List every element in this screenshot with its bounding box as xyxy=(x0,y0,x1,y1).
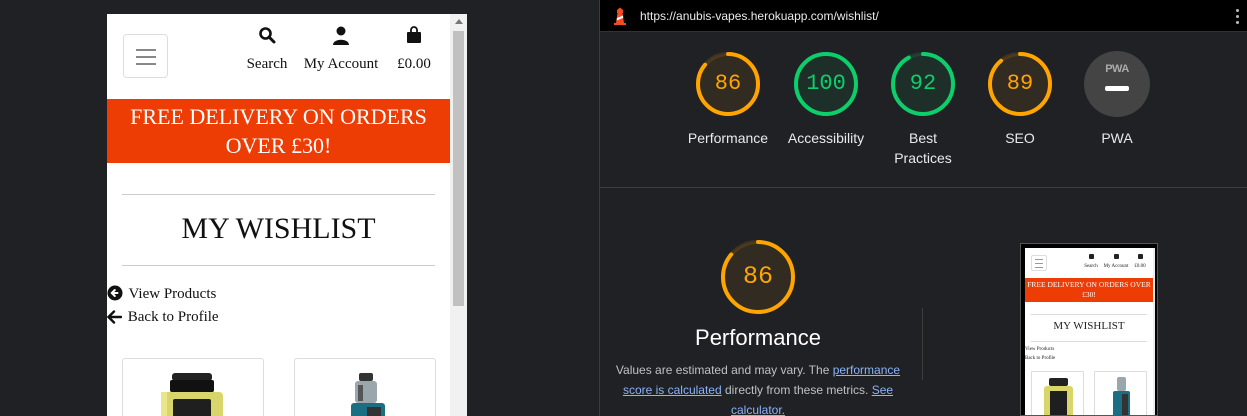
search-icon xyxy=(245,26,289,50)
thumbnail-nav-search-label: Search xyxy=(1084,264,1098,269)
gauge-score: 89 xyxy=(1006,71,1034,96)
thumbnail-nav-account: My Account xyxy=(1101,254,1131,269)
hamburger-icon-bar xyxy=(136,56,156,58)
final-screenshot-thumbnail[interactable]: Search My Account £0.00 FREE DELIVERY ON… xyxy=(1020,243,1158,416)
product-card[interactable] xyxy=(294,358,436,416)
thumbnail-product-image xyxy=(1113,377,1130,415)
thumbnail-nav-bag-label: £0.00 xyxy=(1134,264,1146,269)
thumbnail-back-to-profile-link: Back to Profile xyxy=(1025,356,1056,361)
scrollbar-thumb[interactable] xyxy=(453,31,464,306)
performance-detail-gauge: 86 xyxy=(720,239,796,315)
nav-bag-link[interactable]: £0.00 xyxy=(395,26,433,73)
thumbnail-scrollbar xyxy=(1153,248,1155,415)
mobile-site-preview: Search My Account £0.00 FREE DELIVERY ON… xyxy=(107,14,467,416)
thumbnail-product-card xyxy=(1094,371,1147,415)
thumbnail-product-image xyxy=(1044,378,1073,415)
hamburger-icon-bar xyxy=(136,63,156,65)
score-gauge-ring: 100 xyxy=(793,51,859,117)
pwa-badge-icon: PWA xyxy=(1084,51,1150,117)
thumbnail-nav-search: Search xyxy=(1082,254,1100,269)
description-text: Values are estimated and may vary. The xyxy=(615,363,833,377)
gauge-seo[interactable]: 89 SEO xyxy=(970,51,1070,148)
score-gauge-ring: 86 xyxy=(695,51,761,117)
gauge-accessibility[interactable]: 100 Accessibility xyxy=(776,51,876,148)
thumbnail-page: Search My Account £0.00 FREE DELIVERY ON… xyxy=(1025,248,1155,415)
score-gauge-ring: 92 xyxy=(890,51,956,117)
product-image xyxy=(161,373,223,416)
gauge-label: PWA xyxy=(1101,130,1133,146)
divider xyxy=(1031,341,1147,342)
more-options-icon[interactable] xyxy=(1236,9,1240,25)
menu-toggle-button[interactable] xyxy=(123,34,168,78)
gauge-score: 86 xyxy=(714,71,742,96)
performance-detail-title: Performance xyxy=(695,325,821,350)
thumbnail-promo-banner: FREE DELIVERY ON ORDERS OVER £30! xyxy=(1025,278,1153,302)
view-products-label: View Products xyxy=(128,286,217,302)
gauge-performance[interactable]: 86 Performance xyxy=(678,51,778,148)
arrow-circle-left-icon xyxy=(107,285,123,301)
product-card[interactable] xyxy=(122,358,264,416)
performance-description: Values are estimated and may vary. The p… xyxy=(610,360,906,416)
divider xyxy=(122,194,435,195)
nav-bag-total: £0.00 xyxy=(397,56,431,72)
pwa-dash-icon xyxy=(1105,86,1129,91)
score-gauge-ring: 89 xyxy=(987,51,1053,117)
view-products-link[interactable]: View Products xyxy=(107,285,216,303)
thumbnail-nav-account-label: My Account xyxy=(1103,264,1129,269)
vertical-divider xyxy=(922,308,923,380)
thumbnail-product-card xyxy=(1031,371,1084,415)
divider xyxy=(122,265,435,266)
nav-search-link[interactable]: Search xyxy=(245,26,289,73)
performance-detail-score: 86 xyxy=(742,262,773,291)
back-to-profile-link[interactable]: Back to Profile xyxy=(107,309,219,326)
promo-banner: FREE DELIVERY ON ORDERS OVER £30! xyxy=(107,99,450,163)
shopping-bag-icon xyxy=(395,26,433,50)
thumbnail-view-products-link: View Products xyxy=(1025,347,1055,352)
thumbnail-nav-bag: £0.00 xyxy=(1133,254,1147,269)
gauge-label: Best Practices xyxy=(894,130,952,166)
vertical-scrollbar[interactable] xyxy=(450,14,467,416)
nav-account-link[interactable]: My Account xyxy=(303,26,379,73)
gauge-best-practices[interactable]: 92 Best Practices xyxy=(873,51,973,168)
gauge-label: Accessibility xyxy=(787,130,865,146)
lighthouse-report: https://anubis-vapes.herokuapp.com/wishl… xyxy=(599,0,1247,416)
report-url[interactable]: https://anubis-vapes.herokuapp.com/wishl… xyxy=(640,9,879,23)
section-divider xyxy=(600,187,1247,188)
thumbnail-header: Search My Account £0.00 xyxy=(1025,248,1153,278)
hamburger-icon xyxy=(136,49,156,51)
nav-account-label: My Account xyxy=(303,56,379,72)
thumbnail-page-title: MY WISHLIST xyxy=(1053,320,1125,332)
gauge-score: 100 xyxy=(806,71,846,96)
back-to-profile-label: Back to Profile xyxy=(127,309,219,325)
user-icon xyxy=(303,26,379,50)
divider xyxy=(1031,314,1147,315)
gauge-label: SEO xyxy=(1005,130,1035,146)
site-header: Search My Account £0.00 xyxy=(107,14,450,99)
nav-search-label: Search xyxy=(246,56,288,72)
description-text: directly from these metrics. xyxy=(721,383,872,397)
pwa-badge-text: PWA xyxy=(1105,63,1129,75)
gauge-label: Performance xyxy=(687,130,769,146)
gauge-pwa[interactable]: PWA PWA xyxy=(1067,51,1167,148)
page-title: MY WISHLIST xyxy=(181,212,376,245)
lighthouse-logo-icon xyxy=(614,7,626,25)
scroll-up-arrow-icon[interactable] xyxy=(455,19,463,24)
arrow-left-icon xyxy=(107,310,123,324)
gauge-score: 92 xyxy=(909,71,937,96)
thumbnail-hamburger-icon xyxy=(1031,255,1047,271)
product-image xyxy=(351,373,385,416)
report-topbar: https://anubis-vapes.herokuapp.com/wishl… xyxy=(600,0,1247,32)
